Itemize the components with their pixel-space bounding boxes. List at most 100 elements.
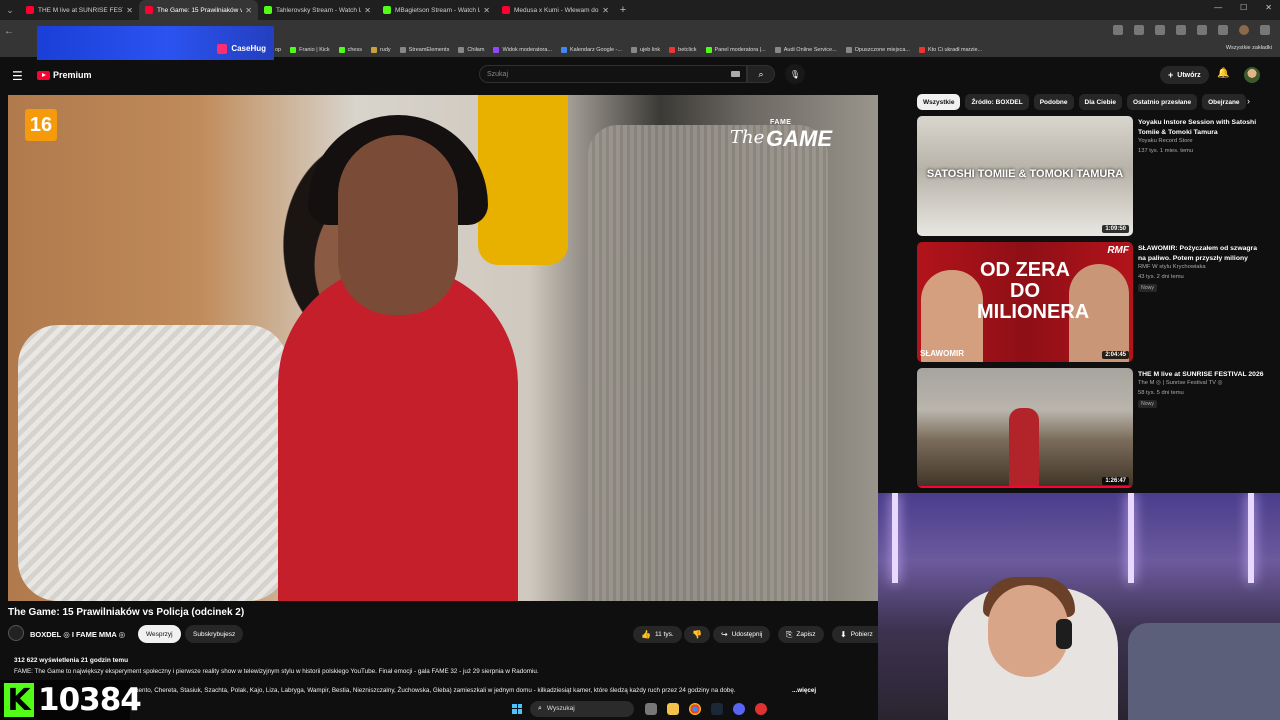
tab-label: THE M live at SUNRISE FESTIVAL [38,6,123,14]
close-icon[interactable]: ✕ [126,6,133,15]
like-button[interactable]: 👍 11 tys. [633,626,682,643]
support-button[interactable]: Wesprzyj [138,625,181,643]
browser-tab[interactable]: Medusa x Kumi - Wlewam do g ✕ [496,0,615,20]
recommendation-title[interactable]: THE M live at SUNRISE FESTIVAL 2026 [1138,370,1266,380]
age-rating-badge: 16 [25,109,57,141]
show-more-link[interactable]: ...więcej [792,687,816,694]
webcam-light [892,493,898,583]
bookmark[interactable]: Kalendarz Google -... [560,46,622,53]
browser-tab[interactable]: MBagietson Stream - Watch Live ✕ [377,0,496,20]
chip-source[interactable]: Źródło: BOXDEL [965,94,1029,110]
recommendation-item[interactable]: OD ZERA DO MILIONERA RMF SŁAWOMIR 2:04:4… [917,242,1272,362]
bookmark[interactable]: Panel moderatora |... [705,46,766,53]
bookmark-label: rudy [379,46,391,53]
save-button[interactable]: ⎘ Zapisz [778,626,824,643]
hamburger-menu-icon[interactable]: ☰ [12,69,23,83]
close-window-icon[interactable]: ✕ [1265,3,1272,12]
new-tab-button[interactable]: + [615,4,631,16]
recommendation-channel[interactable]: RMF W stylu Krychowiaka [1138,264,1206,270]
recommendation-channel[interactable]: The M ◎ | Sunrise Festival TV ◎ [1138,380,1223,386]
browser-tab[interactable]: Tahlerovsky Stream - Watch Live ✕ [258,0,377,20]
kick-icon [705,46,712,53]
puzzle-icon[interactable] [1197,25,1207,35]
chip-for-you[interactable]: Dla Ciebie [1078,94,1122,110]
browser-tab-active[interactable]: The Game: 15 Prawilniaków vs ✕ [139,0,258,20]
bookmark[interactable]: Opuszczone miejsca... [845,46,910,53]
avatar[interactable] [1244,67,1260,83]
star-icon[interactable] [1134,25,1144,35]
sidebar-icon[interactable] [1218,25,1228,35]
close-icon[interactable]: ✕ [483,6,490,15]
extension-icon[interactable] [1176,25,1186,35]
search-button[interactable]: ⌕ [747,65,775,83]
tab-search-icon[interactable]: ⌄ [0,0,20,20]
bookmark[interactable]: betclick [669,46,697,53]
taskbar-search-label: Wyszukaj [546,705,575,712]
webcam-light [1128,493,1134,583]
bookmark[interactable]: Kto Ci ukradł marzie... [918,46,982,53]
search-icon: ⌕ [758,68,764,79]
close-icon[interactable]: ✕ [364,6,371,15]
share-label: Udostępnij [731,631,763,638]
recommendation-title[interactable]: SŁAWOMIR: Pożyczałem od szwagra na paliw… [1138,244,1266,264]
obs-icon[interactable] [755,702,767,715]
channel-avatar[interactable] [8,625,24,641]
bookmark[interactable]: chess [338,46,362,53]
chip-watched[interactable]: Obejrzane [1202,94,1246,110]
close-icon[interactable]: ✕ [245,6,252,15]
bookmark-label: op [275,46,282,53]
profile-icon[interactable] [1239,25,1249,35]
video-thumbnail[interactable]: OD ZERA DO MILIONERA RMF SŁAWOMIR 2:04:4… [917,242,1133,362]
voice-search-button[interactable]: 🎙 [785,64,805,84]
file-explorer-icon[interactable] [667,702,679,715]
task-view-icon[interactable] [645,702,657,715]
chrome-icon[interactable] [689,702,701,715]
maximize-icon[interactable]: ☐ [1240,3,1247,12]
recommendation-item[interactable]: SATOSHI TOMIIE & TOMOKI TAMURA 1:09:50 Y… [917,116,1272,236]
keyboard-icon[interactable] [731,71,740,77]
video-player[interactable]: 16 FAME The GAME [8,95,878,601]
bookmark[interactable]: StreamElements [399,46,449,53]
bookmark-icon: ⎘ [786,629,793,639]
bookmark[interactable]: Chiłam [458,46,484,53]
all-bookmarks[interactable]: Wszystkie zakładki [1226,45,1272,51]
close-icon[interactable]: ✕ [602,6,609,15]
bookmark[interactable]: rudy [370,46,391,53]
chevron-right-icon[interactable]: › [1247,96,1250,106]
steam-icon[interactable] [711,702,723,715]
bookmark[interactable]: Audi Online Service... [774,46,837,53]
video-thumbnail[interactable]: SATOSHI TOMIIE & TOMOKI TAMURA 1:09:50 [917,116,1133,236]
download-label: Pobierz [850,631,873,638]
download-button[interactable]: ⬇ Pobierz [832,626,878,643]
chip-recently-uploaded[interactable]: Ostatnio przesłane [1126,94,1198,110]
recommendation-title[interactable]: Yoyaku Instore Session with Satoshi Tomi… [1138,118,1266,138]
recommendation-item[interactable]: 1:26:47 THE M live at SUNRISE FESTIVAL 2… [917,368,1272,488]
bookmark[interactable]: Widok moderatora... [493,46,552,53]
taskbar-search[interactable]: ⌕ Wyszukaj [530,700,634,717]
dislike-button[interactable]: 👎 [684,626,710,643]
windows-start-icon[interactable] [512,703,522,714]
subscribed-button[interactable]: Subskrybujesz [185,625,244,643]
browser-tab[interactable]: THE M live at SUNRISE FESTIVAL ✕ [20,0,139,20]
bookmark[interactable]: ujeb link [630,46,660,53]
discord-icon[interactable] [733,702,745,715]
search-input[interactable]: Szukaj [479,65,747,83]
install-icon[interactable] [1113,25,1123,35]
video-thumbnail[interactable]: 1:26:47 [917,368,1133,488]
create-button[interactable]: + Utwórz [1160,66,1209,84]
share-button[interactable]: ↪ Udostępnij [713,626,771,643]
recommendation-meta: 137 tys. 1 mies. temu [1138,148,1194,154]
recommendation-channel[interactable]: Yoyaku Record Store [1138,138,1193,144]
minimize-icon[interactable]: — [1214,3,1222,12]
notifications-bell-icon[interactable]: 🔔 [1217,68,1229,79]
channel-name[interactable]: BOXDEL ◎ I FAME MMA ◎ [30,630,125,639]
more-icon[interactable] [1260,25,1270,35]
chip-similar[interactable]: Podobne [1033,94,1074,110]
back-icon[interactable]: ← [0,26,18,37]
new-badge: Nowy [1138,284,1157,292]
chip-all[interactable]: Wszystkie [917,94,961,110]
bookmark[interactable]: Franio | Kick [290,46,330,53]
youtube-logo[interactable]: Premium [37,70,92,80]
description-text: equento, Chereta, Stasiuk, Szachta, Pola… [128,687,736,694]
extension-icon[interactable] [1155,25,1165,35]
